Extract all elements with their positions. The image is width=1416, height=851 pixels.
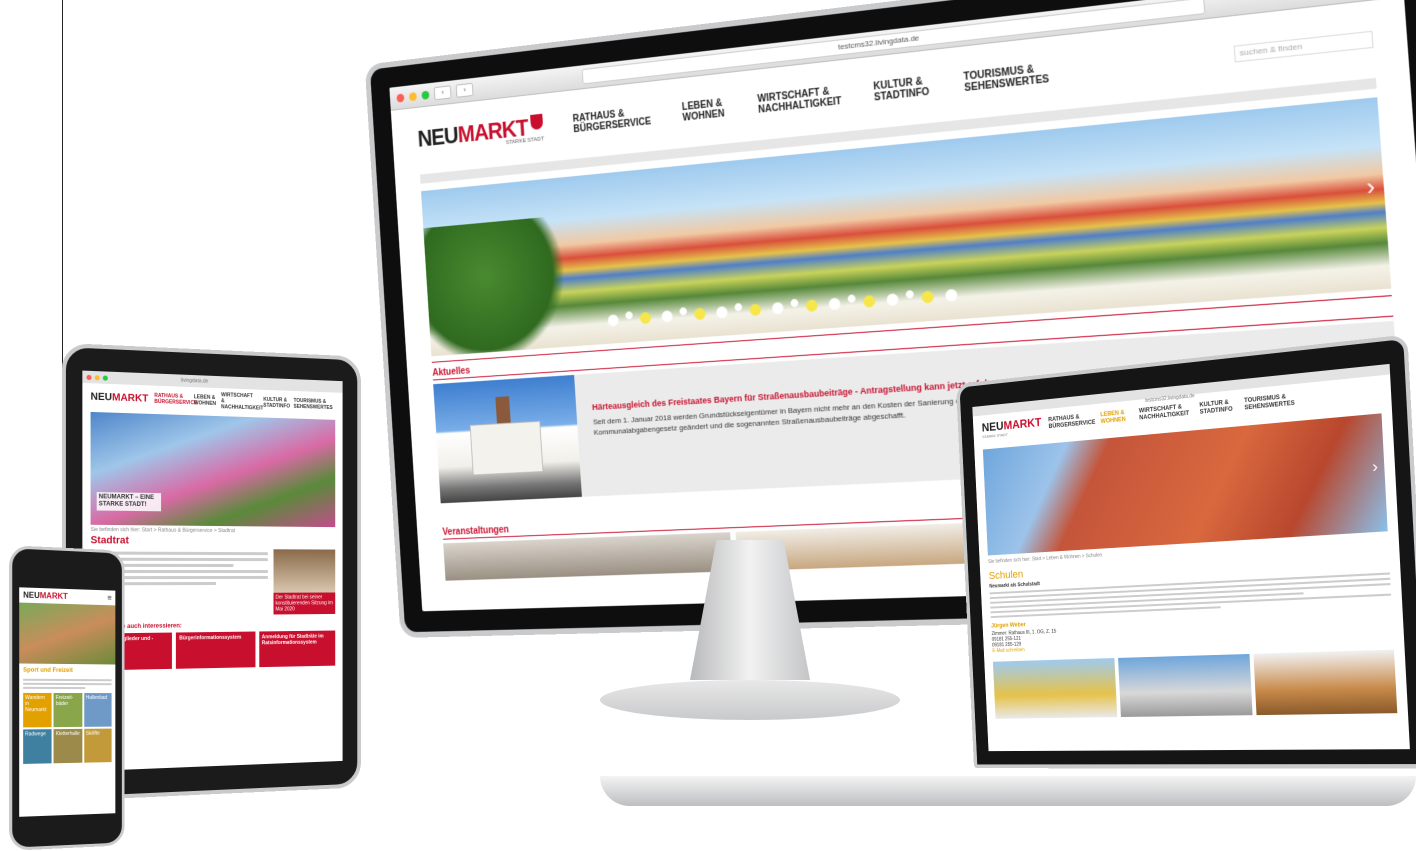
slider-next-icon[interactable]: › [1366,173,1376,202]
monitor-stand [600,540,900,770]
coat-of-arms-icon [530,113,544,131]
school-gallery [992,649,1398,719]
maximize-dot-icon[interactable] [102,374,108,381]
nav-item-wirtschaft[interactable]: WIRTSCHAFT & NACHHALTIGKEIT [757,84,853,115]
nav-item-wirtschaft[interactable]: WIRTSCHAFT & NACHHALTIGKEIT [1139,403,1193,422]
tower-shape [495,396,511,426]
slider-next-icon[interactable]: › [1372,458,1379,477]
breadcrumb: Sie befinden sich hier: Start > Rathaus … [90,526,235,535]
close-dot-icon[interactable] [86,374,92,380]
nav-item-leben[interactable]: LEBEN & WOHNEN [1100,409,1132,426]
topic-tile[interactable]: Freizeit-bäder [53,692,83,728]
topic-tile[interactable]: Wandern in Neumarkt [23,692,52,728]
related-tile[interactable]: Bürgerinformationssystem [176,631,256,669]
close-dot-icon[interactable] [396,93,405,103]
site-logo[interactable]: NEUMARKT STARKE STADT [416,113,544,155]
gallery-image[interactable] [1118,653,1253,717]
maximize-dot-icon[interactable] [421,90,430,100]
nav-item-rathaus[interactable]: RATHAUS & BÜRGERSERVICE [573,105,664,135]
nav-item-kultur[interactable]: KULTUR & STADTINFO [873,74,943,103]
nav-item-rathaus[interactable]: RATHAUS & BÜRGERSERVICE [154,393,197,407]
hero-caption: NEUMARKT – EINE STARKE STADT! [96,492,162,512]
laptop-base [600,776,1416,806]
nav-item-rathaus[interactable]: RATHAUS & BÜRGERSERVICE [1048,413,1095,431]
nav-item-wirtschaft[interactable]: WIRTSCHAFT & NACHHALTIGKEIT [221,392,263,411]
laptop-device: testcms32.livingdata.de NEUMARKT STARKE … [956,334,1416,769]
address-bar[interactable]: livingdata.de [181,378,208,385]
minimize-dot-icon[interactable] [408,91,417,101]
gallery-image[interactable] [992,658,1118,719]
flowers-decoration [601,270,962,345]
council-photo [273,549,336,593]
site-logo[interactable]: NEUMARKT [91,391,149,404]
nav-item-tourismus[interactable]: TOURISMUS & SEHENSWERTES [1244,393,1301,413]
page-title: Sport und Freizeit [23,667,73,675]
gallery-image[interactable] [1253,649,1398,716]
topic-tile[interactable]: Hallenbad [83,693,112,727]
topic-tile[interactable]: Kletterhalle [53,728,83,764]
forward-arrow-icon[interactable]: › [455,82,474,98]
nav-item-kultur[interactable]: KULTUR & STADTINFO [263,397,290,410]
logo-accent: MARKT [39,591,68,601]
nav-item-leben[interactable]: LEBEN & WOHNEN [682,96,739,124]
side-box: Der Stadtrat bei seiner konstituierenden… [273,549,336,615]
hero-image-family [19,602,116,665]
search-input[interactable]: suchen & finden [1233,30,1374,63]
phone-device: NEUMARKT ≡ Sport und Freizeit Wandern in … [9,545,125,851]
site-logo[interactable]: NEUMARKT STARKE STADT [982,415,1042,440]
logo-text: NEU [416,123,459,153]
nav-item-leben[interactable]: LEBEN & WOHNEN [194,394,216,407]
topic-tile[interactable]: Radwege [23,729,52,764]
stand-foot [600,680,900,720]
laptop-screen: testcms32.livingdata.de NEUMARKT STARKE … [972,363,1410,752]
logo-accent: MARKT [112,391,149,405]
tile-grid: Wandern in Neumarkt Freizeit-bäder Halle… [23,692,112,764]
townhall-shape [469,420,544,476]
back-arrow-icon[interactable]: ‹ [433,85,452,101]
topic-tile[interactable]: Skilifte [83,728,112,763]
page-title: Stadtrat [90,535,129,547]
nav-item-tourismus[interactable]: TOURISMUS & SEHENSWERTES [294,398,333,411]
trees-decoration [423,214,578,357]
logo-text: NEU [23,590,40,601]
news-image-townhall [433,374,582,504]
body-text-block [23,678,112,690]
photo-caption: Der Stadtrat bei seiner konstituierenden… [273,592,336,615]
hero-image-flowers: NEUMARKT – EINE STARKE STADT! [90,411,336,528]
nav-item-kultur[interactable]: KULTUR & STADTINFO [1199,399,1237,417]
logo-text: NEU [90,390,113,403]
nav-item-tourismus[interactable]: TOURISMUS & SEHENSWERTES [963,61,1066,94]
phone-screen: NEUMARKT ≡ Sport und Freizeit Wandern in … [19,587,116,817]
stand-neck [690,540,810,680]
menu-icon[interactable]: ≡ [107,593,111,602]
related-tile[interactable]: Anmeldung für Stadträte im Ratsinformati… [258,630,336,668]
minimize-dot-icon[interactable] [94,374,100,380]
